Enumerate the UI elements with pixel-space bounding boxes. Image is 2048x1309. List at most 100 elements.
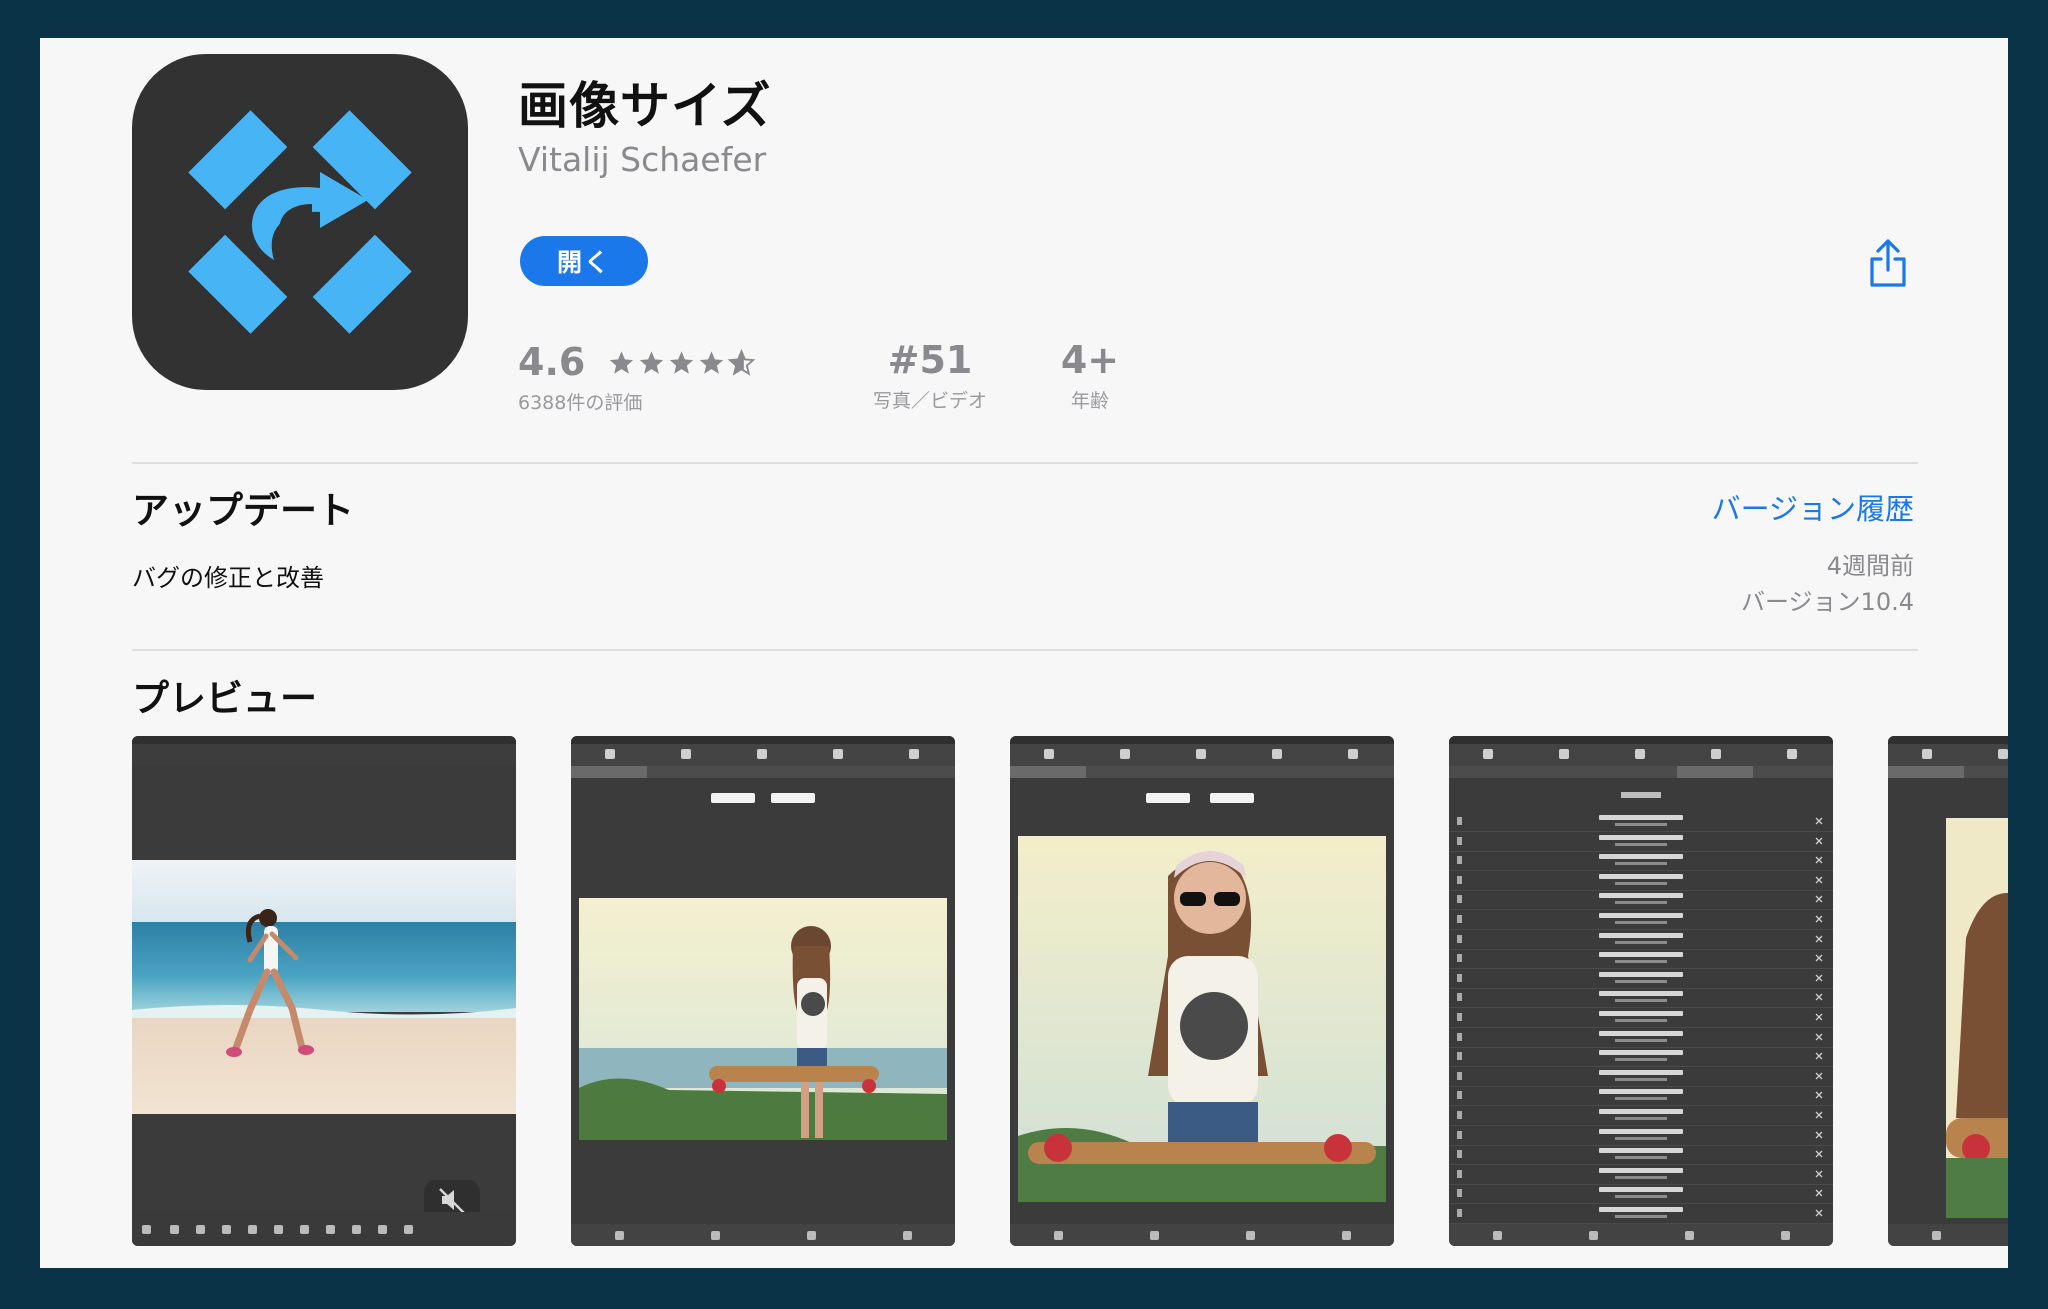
list-item-label bbox=[1599, 1109, 1683, 1114]
list-item-label bbox=[1599, 1167, 1683, 1173]
close-icon bbox=[1815, 856, 1823, 864]
list-item bbox=[1449, 832, 1833, 852]
star-rating bbox=[607, 338, 757, 382]
list-item-sub bbox=[1615, 901, 1667, 905]
text-icon bbox=[1457, 856, 1462, 865]
tools-bar bbox=[132, 1212, 516, 1246]
list-item bbox=[1449, 851, 1833, 872]
close-icon bbox=[1815, 935, 1823, 943]
text-icon bbox=[1457, 875, 1462, 884]
divider bbox=[132, 649, 1918, 651]
text-icon bbox=[1457, 1013, 1462, 1021]
list-item bbox=[1449, 1204, 1833, 1224]
rating-stat: 4.6 6388件の評価 bbox=[518, 338, 757, 415]
close-icon bbox=[1815, 1209, 1823, 1217]
share-icon[interactable] bbox=[1866, 238, 1910, 288]
list-item-label bbox=[1599, 991, 1683, 997]
text-icon bbox=[1457, 836, 1462, 845]
list-item bbox=[1449, 1165, 1833, 1185]
rating-value: 4.6 bbox=[518, 340, 586, 384]
age-label: 年齢 bbox=[1070, 390, 1109, 412]
list-item-sub bbox=[1615, 823, 1667, 826]
rating-count: 6388件の評価 bbox=[518, 392, 643, 414]
list-item bbox=[1449, 1008, 1833, 1028]
text-icon bbox=[1457, 1209, 1462, 1217]
list-item-sub bbox=[1615, 862, 1667, 866]
list-item-sub bbox=[1615, 999, 1667, 1003]
list-item-sub bbox=[1615, 1215, 1667, 1218]
preview-screenshot-1[interactable] bbox=[132, 736, 516, 1246]
close-icon bbox=[1815, 895, 1823, 903]
list-item bbox=[1449, 1184, 1833, 1205]
app-title: 画像サイズ bbox=[518, 77, 772, 135]
list-item bbox=[1449, 1126, 1833, 1146]
list-item-sub bbox=[1615, 940, 1667, 944]
list-item-label bbox=[1599, 1050, 1683, 1056]
star-half-icon bbox=[727, 348, 756, 376]
text-icon bbox=[1457, 973, 1462, 982]
text-icon bbox=[1457, 1052, 1462, 1061]
preview-screenshot-4[interactable] bbox=[1449, 736, 1833, 1246]
list-item-sub bbox=[1615, 1038, 1667, 1042]
list-item-label bbox=[1599, 913, 1683, 918]
list-item-label bbox=[1599, 1207, 1683, 1212]
close-icon bbox=[1815, 1150, 1823, 1158]
star-icon bbox=[609, 350, 633, 374]
list-item bbox=[1449, 1047, 1833, 1068]
close-icon bbox=[1815, 1170, 1823, 1178]
update-version: バージョン10.4 bbox=[1741, 588, 1914, 616]
text-icon bbox=[1457, 1071, 1462, 1080]
text-icon bbox=[1457, 817, 1462, 825]
star-icon bbox=[699, 350, 723, 374]
list-item bbox=[1449, 969, 1833, 989]
list-item-label bbox=[1599, 854, 1683, 860]
preview-screenshot-5[interactable] bbox=[1888, 736, 2008, 1246]
list-item bbox=[1449, 1145, 1833, 1166]
age-value: 4+ bbox=[1060, 338, 1120, 382]
list-item bbox=[1449, 1067, 1833, 1087]
app-store-page: 画像サイズ Vitalij Schaefer 開く 4.6 6388件の評価 #… bbox=[40, 38, 2008, 1268]
list-item-sub bbox=[1615, 1117, 1667, 1120]
list-item-sub bbox=[1615, 842, 1667, 846]
list-item-sub bbox=[1615, 1136, 1667, 1140]
list-item bbox=[1449, 1028, 1833, 1048]
list-item-label bbox=[1599, 952, 1683, 958]
developer-link[interactable]: Vitalij Schaefer bbox=[518, 140, 766, 179]
list-item-label bbox=[1599, 1187, 1683, 1193]
list-item-label bbox=[1599, 971, 1683, 977]
list-item bbox=[1449, 1106, 1833, 1126]
age-stat: 4+ 年齢 bbox=[1050, 338, 1130, 413]
close-icon bbox=[1815, 915, 1823, 923]
preview-title: プレビュー bbox=[132, 677, 317, 720]
close-icon bbox=[1815, 1091, 1823, 1099]
list-item-sub bbox=[1615, 1175, 1667, 1179]
list-item-label bbox=[1599, 1148, 1683, 1154]
list-item bbox=[1449, 988, 1833, 1009]
text-icon bbox=[1457, 915, 1462, 923]
close-icon bbox=[1815, 876, 1823, 884]
list-item bbox=[1449, 1086, 1833, 1107]
open-button[interactable]: 開く bbox=[520, 236, 648, 286]
list-item-sub bbox=[1615, 1195, 1667, 1199]
list-item bbox=[1449, 812, 1833, 832]
text-icon bbox=[1457, 934, 1462, 943]
text-icon bbox=[1457, 1150, 1462, 1159]
list-item-sub bbox=[1615, 979, 1667, 983]
list-item bbox=[1449, 890, 1833, 911]
close-icon bbox=[1815, 837, 1823, 845]
list-item bbox=[1449, 930, 1833, 950]
list-item-label bbox=[1599, 932, 1683, 938]
update-time: 4週間前 bbox=[1826, 552, 1914, 580]
text-icon bbox=[1457, 1091, 1462, 1100]
close-icon bbox=[1815, 993, 1823, 1001]
skater-photo-large bbox=[1018, 836, 1386, 1202]
preview-screenshot-2[interactable] bbox=[571, 736, 955, 1246]
version-history-link[interactable]: バージョン履歴 bbox=[1712, 486, 1914, 528]
close-icon bbox=[1815, 954, 1823, 962]
update-meta: 4週間前 バージョン10.4 bbox=[1741, 548, 1914, 620]
list-item-label bbox=[1599, 893, 1683, 899]
runner-photo bbox=[132, 860, 516, 1114]
list-item-sub bbox=[1615, 1019, 1667, 1022]
text-icon bbox=[1457, 895, 1462, 904]
preview-screenshot-3[interactable] bbox=[1010, 736, 1394, 1246]
